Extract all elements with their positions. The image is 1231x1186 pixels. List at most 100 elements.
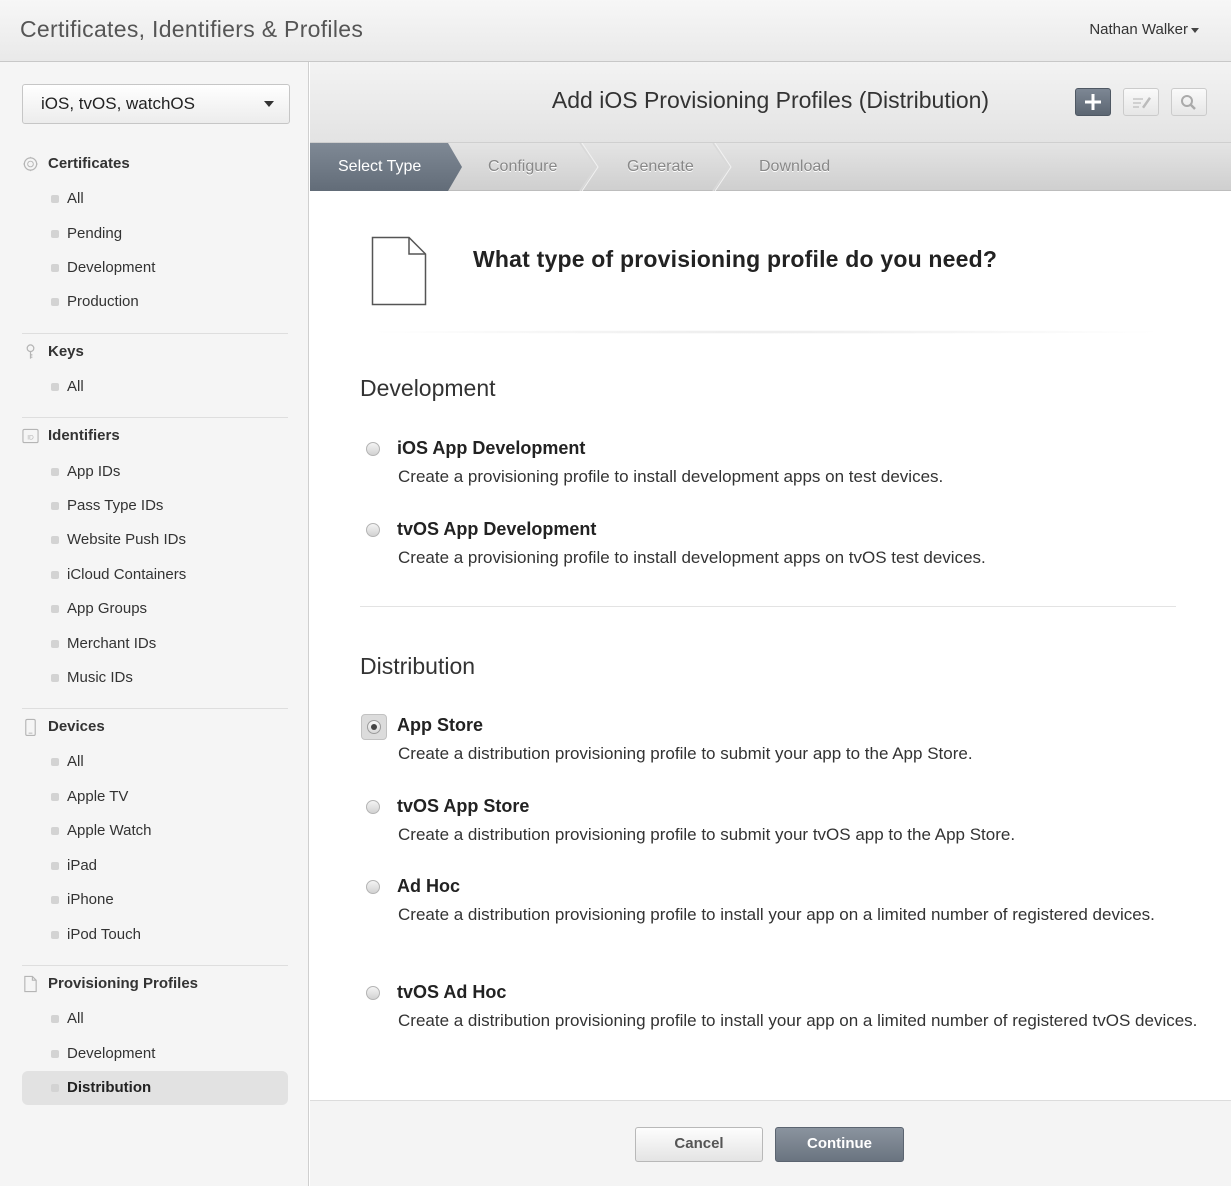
section-title: Devices <box>48 718 105 735</box>
step-download: Download <box>759 158 831 175</box>
sidebar-item-app-ids[interactable]: App IDs <box>22 455 288 489</box>
bullet-icon <box>51 230 59 238</box>
sidebar-item-iphone[interactable]: iPhone <box>22 883 288 917</box>
bullet-icon <box>51 383 59 391</box>
option-title: iOS App Development <box>397 438 586 458</box>
sidebar-item-profiles-all[interactable]: All <box>22 1002 288 1036</box>
divider <box>22 417 288 418</box>
bullet-icon <box>51 827 59 835</box>
sidebar-item-profiles-distribution[interactable]: Distribution <box>22 1071 288 1105</box>
option-title: Ad Hoc <box>397 876 460 896</box>
bullet-icon <box>51 1084 59 1092</box>
plus-icon <box>1085 94 1101 110</box>
footer: Cancel Continue <box>310 1100 1231 1186</box>
search-icon <box>1181 95 1196 110</box>
sidebar-item-music-ids[interactable]: Music IDs <box>22 661 288 695</box>
sidebar-item-app-groups[interactable]: App Groups <box>22 592 288 626</box>
radio-button[interactable] <box>366 800 380 814</box>
bullet-icon <box>51 605 59 613</box>
sidebar-item-certificates-pending[interactable]: Pending <box>22 217 288 251</box>
option-description: Create a distribution provisioning profi… <box>398 825 1016 844</box>
sidebar-item-label: Pending <box>67 225 123 242</box>
bullet-icon <box>51 468 59 476</box>
divider <box>22 965 288 966</box>
bullet-icon <box>51 896 59 904</box>
question-heading: What type of provisioning profile do you… <box>473 246 998 272</box>
sidebar-item-certificates-all[interactable]: All <box>22 182 288 216</box>
group-title-distribution: Distribution <box>360 653 476 679</box>
svg-text:ID: ID <box>27 434 34 441</box>
bullet-icon <box>51 640 59 648</box>
bullet-icon <box>51 264 59 272</box>
radio-button[interactable] <box>366 986 380 1000</box>
radio-button-selected[interactable] <box>361 714 387 740</box>
step-configure: Configure <box>488 158 558 175</box>
chevron-down-icon <box>264 101 274 107</box>
chevron-down-icon[interactable] <box>1191 28 1199 33</box>
platform-select[interactable]: iOS, tvOS, watchOS <box>22 84 290 124</box>
sidebar-item-label: Website Push IDs <box>67 531 186 548</box>
cancel-button[interactable]: Cancel <box>635 1127 763 1162</box>
option-tvos-ad-hoc[interactable]: tvOS Ad Hoc Create a distribution provis… <box>360 982 1197 1062</box>
radio-dot-icon <box>367 720 381 734</box>
sidebar-item-label: Development <box>67 1045 156 1062</box>
bullet-icon <box>51 1015 59 1023</box>
sidebar-item-icloud-containers[interactable]: iCloud Containers <box>22 558 288 592</box>
sidebar-item-label: App IDs <box>67 463 121 480</box>
device-icon <box>25 718 36 736</box>
divider <box>360 606 1176 607</box>
option-title: tvOS Ad Hoc <box>397 982 507 1002</box>
sidebar-item-pass-type-ids[interactable]: Pass Type IDs <box>22 489 288 523</box>
pencil-icon <box>1133 97 1151 109</box>
sidebar-item-label: iPod Touch <box>67 926 141 943</box>
option-tvos-app-store[interactable]: tvOS App Store Create a distribution pro… <box>360 796 1190 852</box>
bullet-icon <box>51 793 59 801</box>
sidebar-item-label: iPad <box>67 857 98 874</box>
sidebar-item-label: Apple Watch <box>67 822 152 839</box>
sidebar-item-label: All <box>67 190 84 207</box>
sidebar-item-label: iPhone <box>67 891 114 908</box>
certificate-icon <box>22 156 39 172</box>
section-title: Certificates <box>48 155 130 172</box>
bullet-icon <box>51 931 59 939</box>
divider <box>360 330 1170 334</box>
edit-button[interactable] <box>1123 88 1159 116</box>
sidebar-item-certificates-production[interactable]: Production <box>22 285 288 319</box>
continue-button[interactable]: Continue <box>775 1127 904 1162</box>
sidebar-item-label: Apple TV <box>67 788 129 805</box>
sidebar-item-ipad[interactable]: iPad <box>22 849 288 883</box>
option-app-store[interactable]: App Store Create a distribution provisio… <box>360 714 1190 771</box>
sidebar: iOS, tvOS, watchOS Certificates All Pend… <box>0 62 309 1186</box>
group-title-development: Development <box>360 375 496 401</box>
sidebar-item-ipod-touch[interactable]: iPod Touch <box>22 918 288 952</box>
divider <box>22 708 288 709</box>
option-ios-app-development[interactable]: iOS App Development Create a provisionin… <box>360 438 1190 492</box>
search-button[interactable] <box>1171 88 1207 116</box>
option-title: tvOS App Store <box>397 796 530 816</box>
option-ad-hoc[interactable]: Ad Hoc Create a distribution provisionin… <box>360 876 1190 956</box>
radio-button[interactable] <box>366 880 380 894</box>
step-generate: Generate <box>627 158 694 175</box>
sidebar-item-devices-all[interactable]: All <box>22 745 288 779</box>
section-title: Identifiers <box>48 427 120 444</box>
section-title: Keys <box>48 343 84 360</box>
sidebar-item-apple-tv[interactable]: Apple TV <box>22 780 288 814</box>
sidebar-item-apple-watch[interactable]: Apple Watch <box>22 814 288 848</box>
add-button[interactable] <box>1075 88 1111 116</box>
sidebar-item-profiles-development[interactable]: Development <box>22 1037 288 1071</box>
bullet-icon <box>51 571 59 579</box>
option-description: Create a distribution provisioning profi… <box>398 744 973 763</box>
sidebar-item-merchant-ids[interactable]: Merchant IDs <box>22 627 288 661</box>
progress-steps: Select Type Configure Generate Download <box>310 143 1231 191</box>
sidebar-item-keys-all[interactable]: All <box>22 370 288 404</box>
radio-button[interactable] <box>366 523 380 537</box>
divider <box>22 333 288 334</box>
sidebar-item-website-push-ids[interactable]: Website Push IDs <box>22 523 288 557</box>
option-tvos-app-development[interactable]: tvOS App Development Create a provisioni… <box>360 519 1190 573</box>
radio-button[interactable] <box>366 442 380 456</box>
option-description: Create a provisioning profile to install… <box>398 548 986 567</box>
platform-select-value: iOS, tvOS, watchOS <box>41 94 195 113</box>
user-menu[interactable]: Nathan Walker <box>1089 21 1188 38</box>
sidebar-item-certificates-development[interactable]: Development <box>22 251 288 285</box>
key-icon <box>26 344 35 359</box>
